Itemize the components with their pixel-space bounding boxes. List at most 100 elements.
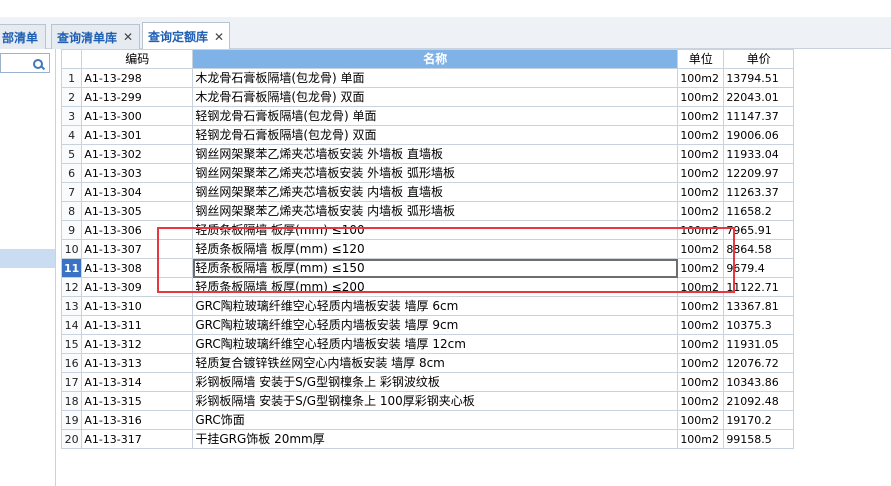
- code-cell[interactable]: A1-13-310: [81, 296, 194, 316]
- row-number[interactable]: 5: [60, 144, 83, 164]
- name-cell[interactable]: 木龙骨石膏板隔墙(包龙骨) 双面: [192, 87, 679, 107]
- row-number[interactable]: 2: [60, 87, 83, 107]
- row-number[interactable]: 9: [60, 220, 83, 240]
- name-cell[interactable]: 干挂GRG饰板 20mm厚: [192, 429, 679, 449]
- close-icon[interactable]: ✕: [214, 30, 224, 44]
- code-cell[interactable]: A1-13-308: [81, 258, 194, 278]
- unit-cell[interactable]: 100m2: [677, 163, 725, 183]
- code-cell[interactable]: A1-13-314: [81, 372, 194, 392]
- row-number[interactable]: 11: [60, 258, 83, 278]
- close-icon[interactable]: ✕: [44, 30, 45, 44]
- row-number[interactable]: 3: [60, 106, 83, 126]
- row-number[interactable]: 6: [60, 163, 83, 183]
- table-row[interactable]: 13 A1-13-310 GRC陶粒玻璃纤维空心轻质内墙板安装 墙厚 6cm 100m…: [60, 296, 795, 316]
- name-cell[interactable]: 钢丝网架聚苯乙烯夹芯墙板安装 内墙板 直墙板: [192, 182, 679, 202]
- price-cell[interactable]: 19006.06: [723, 125, 795, 145]
- header-name[interactable]: 名称: [192, 49, 679, 69]
- code-cell[interactable]: A1-13-298: [81, 68, 194, 88]
- header-code[interactable]: 编码: [81, 49, 194, 69]
- unit-cell[interactable]: 100m2: [677, 315, 725, 335]
- name-cell[interactable]: 轻质条板隔墙 板厚(mm) ≤200: [192, 277, 679, 297]
- unit-cell[interactable]: 100m2: [677, 277, 725, 297]
- row-number[interactable]: 12: [60, 277, 83, 297]
- table-row[interactable]: 3 A1-13-300 轻钢龙骨石膏板隔墙(包龙骨) 单面 100m2 11147.37: [60, 106, 795, 126]
- row-number[interactable]: 16: [60, 353, 83, 373]
- search-input[interactable]: [0, 53, 50, 73]
- price-cell[interactable]: 7965.91: [723, 220, 795, 240]
- name-cell[interactable]: 轻质条板隔墙 板厚(mm) ≤150: [192, 258, 679, 278]
- price-cell[interactable]: 11931.05: [723, 334, 795, 354]
- name-cell[interactable]: 轻钢龙骨石膏板隔墙(包龙骨) 单面: [192, 106, 679, 126]
- unit-cell[interactable]: 100m2: [677, 429, 725, 449]
- row-number[interactable]: 7: [60, 182, 83, 202]
- unit-cell[interactable]: 100m2: [677, 258, 725, 278]
- table-row[interactable]: 19 A1-13-316 GRC饰面 100m2 19170.2: [60, 410, 795, 430]
- code-cell[interactable]: A1-13-316: [81, 410, 194, 430]
- code-cell[interactable]: A1-13-309: [81, 277, 194, 297]
- table-row[interactable]: 10 A1-13-307 轻质条板隔墙 板厚(mm) ≤120 100m2 8864.5…: [60, 239, 795, 259]
- code-cell[interactable]: A1-13-313: [81, 353, 194, 373]
- price-cell[interactable]: 9679.4: [723, 258, 795, 278]
- name-cell[interactable]: GRC陶粒玻璃纤维空心轻质内墙板安装 墙厚 9cm: [192, 315, 679, 335]
- table-row[interactable]: 8 A1-13-305 钢丝网架聚苯乙烯夹芯墙板安装 内墙板 弧形墙板 100m2 11…: [60, 201, 795, 221]
- price-cell[interactable]: 13794.51: [723, 68, 795, 88]
- unit-cell[interactable]: 100m2: [677, 296, 725, 316]
- price-cell[interactable]: 10375.3: [723, 315, 795, 335]
- name-cell[interactable]: GRC陶粒玻璃纤维空心轻质内墙板安装 墙厚 12cm: [192, 334, 679, 354]
- table-row[interactable]: 18 A1-13-315 彩钢板隔墙 安装于S/G型钢檁条上 100厚彩钢夹心板 10…: [60, 391, 795, 411]
- unit-cell[interactable]: 100m2: [677, 144, 725, 164]
- price-cell[interactable]: 8864.58: [723, 239, 795, 259]
- row-number[interactable]: 15: [60, 334, 83, 354]
- unit-cell[interactable]: 100m2: [677, 239, 725, 259]
- table-row[interactable]: 2 A1-13-299 木龙骨石膏板隔墙(包龙骨) 双面 100m2 22043.01: [60, 87, 795, 107]
- code-cell[interactable]: A1-13-299: [81, 87, 194, 107]
- price-cell[interactable]: 11933.04: [723, 144, 795, 164]
- code-cell[interactable]: A1-13-312: [81, 334, 194, 354]
- name-cell[interactable]: GRC饰面: [192, 410, 679, 430]
- name-cell[interactable]: 轻质条板隔墙 板厚(mm) ≤100: [192, 220, 679, 240]
- price-cell[interactable]: 21092.48: [723, 391, 795, 411]
- name-cell[interactable]: 轻钢龙骨石膏板隔墙(包龙骨) 双面: [192, 125, 679, 145]
- row-number[interactable]: 10: [60, 239, 83, 259]
- code-cell[interactable]: A1-13-317: [81, 429, 194, 449]
- table-row[interactable]: 14 A1-13-311 GRC陶粒玻璃纤维空心轻质内墙板安装 墙厚 9cm 100m…: [60, 315, 795, 335]
- row-number[interactable]: 8: [60, 201, 83, 221]
- code-cell[interactable]: A1-13-307: [81, 239, 194, 259]
- tab-partial[interactable]: 部清单 ✕: [0, 24, 46, 49]
- name-cell[interactable]: 彩钢板隔墙 安装于S/G型钢檁条上 100厚彩钢夹心板: [192, 391, 679, 411]
- unit-cell[interactable]: 100m2: [677, 220, 725, 240]
- name-cell[interactable]: 轻质复合镀锌铁丝网空心内墙板安装 墙厚 8cm: [192, 353, 679, 373]
- table-row[interactable]: 12 A1-13-309 轻质条板隔墙 板厚(mm) ≤200 100m2 11122.…: [60, 277, 795, 297]
- table-row[interactable]: 20 A1-13-317 干挂GRG饰板 20mm厚 100m2 99158.5: [60, 429, 795, 449]
- unit-cell[interactable]: 100m2: [677, 68, 725, 88]
- unit-cell[interactable]: 100m2: [677, 201, 725, 221]
- table-row[interactable]: 15 A1-13-312 GRC陶粒玻璃纤维空心轻质内墙板安装 墙厚 12cm 100…: [60, 334, 795, 354]
- price-cell[interactable]: 19170.2: [723, 410, 795, 430]
- code-cell[interactable]: A1-13-305: [81, 201, 194, 221]
- code-cell[interactable]: A1-13-302: [81, 144, 194, 164]
- header-price[interactable]: 单价: [723, 49, 795, 69]
- name-cell[interactable]: 木龙骨石膏板隔墙(包龙骨) 单面: [192, 68, 679, 88]
- table-row[interactable]: 4 A1-13-301 轻钢龙骨石膏板隔墙(包龙骨) 双面 100m2 19006.06: [60, 125, 795, 145]
- row-number[interactable]: 18: [60, 391, 83, 411]
- search-icon[interactable]: [33, 59, 43, 69]
- name-cell[interactable]: 彩钢板隔墙 安装于S/G型钢檁条上 彩钢波纹板: [192, 372, 679, 392]
- tab-query-bill-library[interactable]: 查询清单库 ✕: [51, 24, 140, 49]
- name-cell[interactable]: 钢丝网架聚苯乙烯夹芯墙板安装 内墙板 弧形墙板: [192, 201, 679, 221]
- row-number[interactable]: 17: [60, 372, 83, 392]
- table-row[interactable]: 6 A1-13-303 钢丝网架聚苯乙烯夹芯墙板安装 外墙板 弧形墙板 100m2 12…: [60, 163, 795, 183]
- row-number[interactable]: 14: [60, 315, 83, 335]
- code-cell[interactable]: A1-13-303: [81, 163, 194, 183]
- row-number[interactable]: 4: [60, 125, 83, 145]
- table-row[interactable]: 7 A1-13-304 钢丝网架聚苯乙烯夹芯墙板安装 内墙板 直墙板 100m2 112…: [60, 182, 795, 202]
- tree-selected-item[interactable]: [0, 249, 55, 268]
- code-cell[interactable]: A1-13-315: [81, 391, 194, 411]
- unit-cell[interactable]: 100m2: [677, 410, 725, 430]
- code-cell[interactable]: A1-13-311: [81, 315, 194, 335]
- code-cell[interactable]: A1-13-304: [81, 182, 194, 202]
- code-cell[interactable]: A1-13-300: [81, 106, 194, 126]
- row-number[interactable]: 13: [60, 296, 83, 316]
- row-number[interactable]: 19: [60, 410, 83, 430]
- table-row[interactable]: 5 A1-13-302 钢丝网架聚苯乙烯夹芯墙板安装 外墙板 直墙板 100m2 119…: [60, 144, 795, 164]
- header-unit[interactable]: 单位: [677, 49, 725, 69]
